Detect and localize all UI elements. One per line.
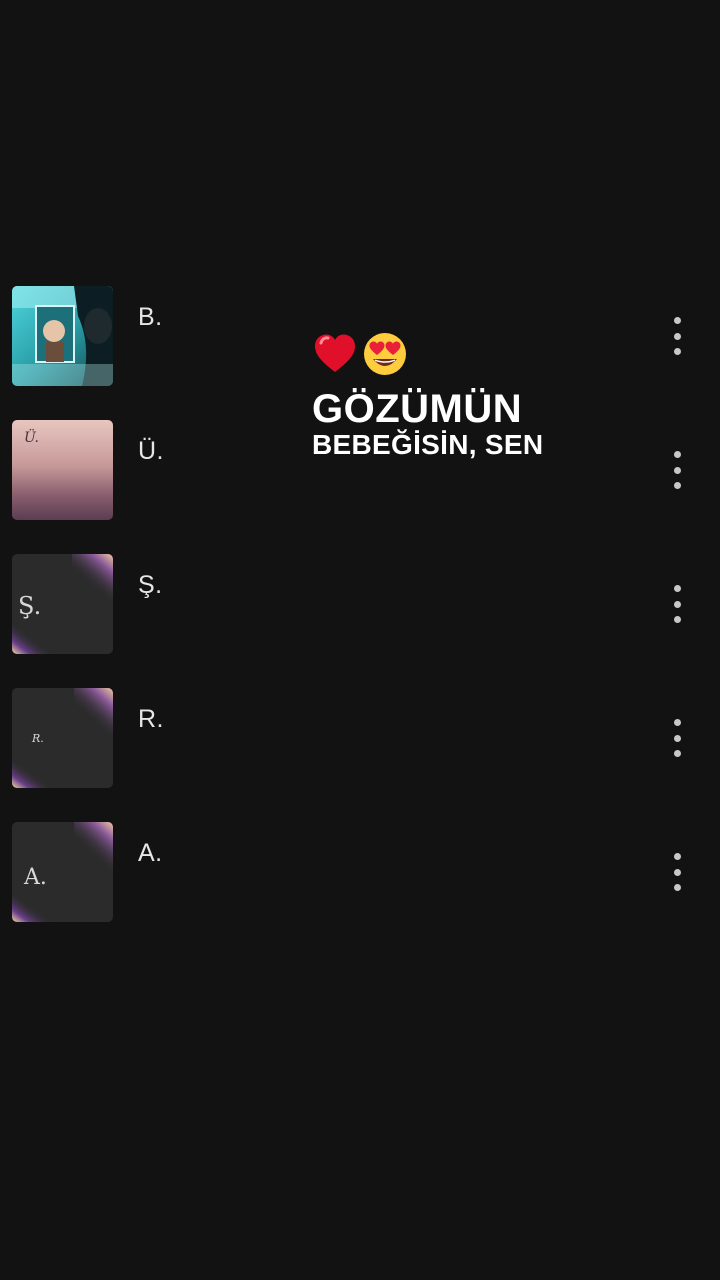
thumb-letter: Ü. <box>24 428 39 446</box>
thumb-letter: Ş. <box>18 592 41 620</box>
more-options-icon[interactable] <box>660 447 694 493</box>
menu-dot <box>673 317 681 324</box>
menu-dot <box>673 853 681 860</box>
screen: B. Ü. Ü. Ş. Ş. R. R. A. A. GÖZÜMÜN BEBEĞ… <box>0 0 720 1280</box>
emoji-row <box>312 330 612 378</box>
more-options-icon[interactable] <box>660 715 694 761</box>
overlay-caption: GÖZÜMÜN BEBEĞİSİN, SEN <box>312 330 612 460</box>
menu-dot <box>673 600 681 608</box>
avatar[interactable]: A. <box>12 822 113 922</box>
menu-dot <box>673 482 681 489</box>
menu-dot <box>673 466 681 474</box>
caption-line-2: BEBEĞİSİN, SEN <box>312 429 544 460</box>
avatar[interactable]: Ş. <box>12 554 113 654</box>
menu-dot <box>673 585 681 592</box>
menu-dot <box>673 332 681 340</box>
photo-thumbnail: Ü. <box>12 420 113 520</box>
photo-thumbnail: R. <box>12 688 113 788</box>
photo-thumbnail: Ş. <box>12 554 113 654</box>
menu-dot <box>673 451 681 458</box>
photo-thumbnail: A. <box>12 822 113 922</box>
more-options-icon[interactable] <box>660 849 694 895</box>
menu-dot <box>673 884 681 891</box>
more-options-icon[interactable] <box>660 313 694 359</box>
contact-name: Ş. <box>138 571 163 599</box>
thumb-letter: A. <box>23 865 47 890</box>
caption-line-1: GÖZÜMÜN <box>312 387 523 431</box>
list-item[interactable]: R. R. <box>0 687 720 821</box>
menu-dot <box>673 348 681 355</box>
more-options-icon[interactable] <box>660 581 694 627</box>
menu-dot <box>673 868 681 876</box>
heart-eyes-face-icon <box>364 333 406 375</box>
avatar[interactable] <box>12 286 113 386</box>
menu-dot <box>673 719 681 726</box>
photo-thumbnail <box>12 286 113 386</box>
red-heart-icon <box>315 334 355 372</box>
avatar[interactable]: Ü. <box>12 420 113 520</box>
contact-name: B. <box>138 303 163 331</box>
thumb-letter: R. <box>31 732 44 745</box>
menu-dot <box>673 734 681 742</box>
menu-dot <box>673 616 681 623</box>
avatar[interactable]: R. <box>12 688 113 788</box>
list-item[interactable]: Ş. Ş. <box>0 553 720 687</box>
list-item[interactable]: A. A. <box>0 821 720 955</box>
contact-name: R. <box>138 705 164 733</box>
contact-name: Ü. <box>138 437 164 465</box>
menu-dot <box>673 750 681 757</box>
contact-name: A. <box>138 839 163 867</box>
